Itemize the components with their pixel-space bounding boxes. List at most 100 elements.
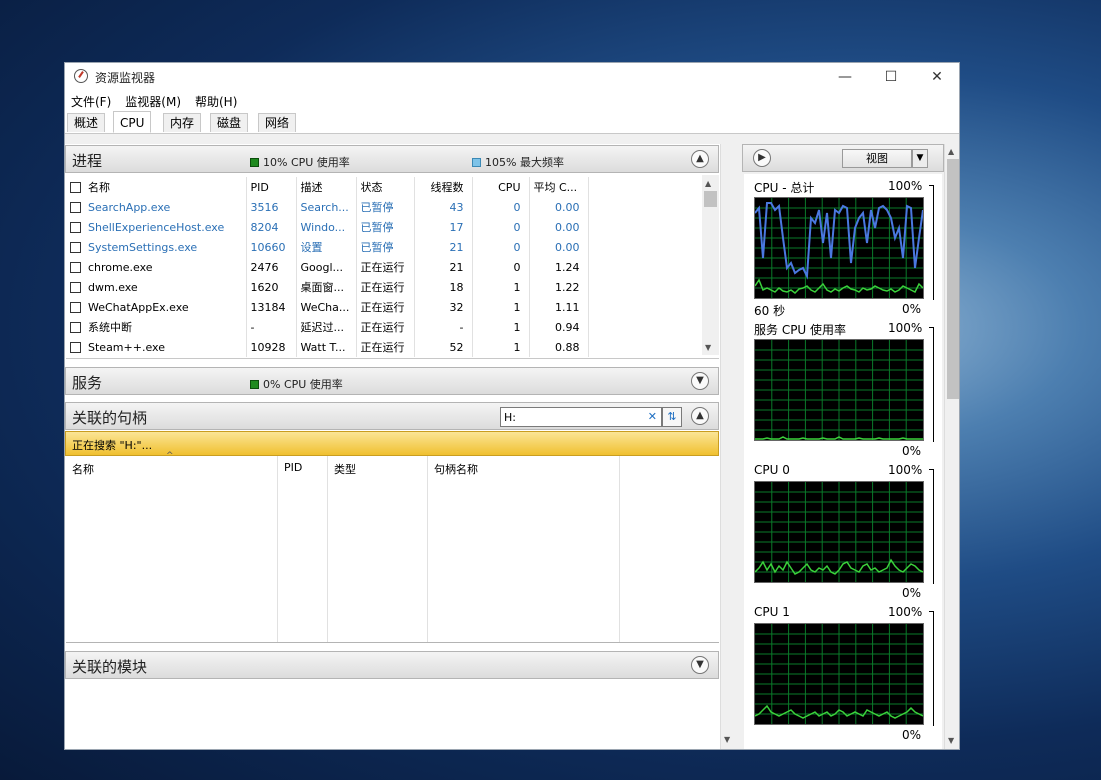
cell-name: Steam++.exe	[66, 337, 247, 357]
scroll-up-icon[interactable]: ▲	[948, 147, 954, 156]
clear-search-icon[interactable]: ✕	[648, 410, 657, 423]
col-handle-type-header[interactable]: 类型	[334, 461, 356, 477]
graph-scale-bracket	[929, 469, 934, 584]
row-checkbox[interactable]	[70, 221, 81, 233]
tab-memory[interactable]: 内存	[163, 113, 202, 132]
cell-status: 正在运行	[356, 297, 415, 317]
graph-panel-scrollbar[interactable]: ▲ ▼	[944, 144, 959, 749]
col-threads-header[interactable]: 线程数	[414, 177, 473, 197]
processes-freq-text: 105% 最大频率	[485, 156, 564, 169]
row-checkbox[interactable]	[70, 201, 81, 213]
tab-cpu[interactable]: CPU	[113, 111, 152, 133]
scroll-thumb[interactable]	[704, 191, 717, 207]
minimize-button[interactable]: —	[822, 63, 868, 91]
table-row[interactable]: WeChatAppEx.exe 13184 WeCha... 正在运行 32 1…	[66, 297, 589, 317]
select-all-checkbox[interactable]	[70, 182, 81, 193]
cpu1-title: CPU 1	[754, 605, 790, 619]
cell-avg: 1.22	[529, 277, 589, 297]
col-handle-path-header[interactable]: 句柄名称	[434, 461, 478, 477]
processes-scrollbar[interactable]: ▲ ▼	[702, 175, 719, 355]
col-handle-name-header[interactable]: 名称	[72, 461, 94, 477]
scroll-down-icon[interactable]: ▼	[724, 735, 730, 744]
row-checkbox[interactable]	[70, 261, 81, 273]
cell-cpu: 0	[472, 237, 530, 257]
tab-network[interactable]: 网络	[258, 113, 297, 132]
resource-monitor-window: 资源监视器 — ☐ ✕ 文件(F) 监视器(M) 帮助(H) 概述 CPU 内存…	[64, 62, 960, 750]
cell-pid: -	[246, 317, 297, 337]
processes-header[interactable]: 进程 10% CPU 使用率 105% 最大频率 ▲	[65, 145, 719, 173]
menu-file[interactable]: 文件(F)	[71, 93, 111, 110]
row-checkbox[interactable]	[70, 301, 81, 313]
view-dropdown-icon[interactable]: ▼	[912, 149, 928, 168]
row-checkbox[interactable]	[70, 241, 81, 253]
graph-scale-bracket	[929, 185, 934, 300]
processes-collapse-button[interactable]: ▲	[691, 150, 709, 168]
service-cpu-graph-svg	[755, 340, 923, 440]
row-checkbox[interactable]	[70, 341, 81, 353]
view-button[interactable]: 视图	[842, 149, 912, 168]
service-cpu-graph	[754, 339, 924, 441]
cell-desc: 延迟过...	[296, 317, 357, 337]
cpu-total-max: 100%	[888, 179, 923, 193]
title-bar: 资源监视器 — ☐ ✕	[65, 63, 959, 91]
processes-header-row: 名称 PID 描述 状态 线程数 CPU 平均 C...	[66, 177, 589, 197]
col-name-header[interactable]: 名称	[66, 177, 247, 197]
services-expand-button[interactable]: ▼	[691, 372, 709, 390]
col-handle-pid-header[interactable]: PID	[284, 461, 302, 474]
cell-cpu: 1	[472, 277, 530, 297]
handles-table: ^ 名称 PID 类型 句柄名称	[66, 451, 719, 643]
refresh-search-icon[interactable]: ⇅	[662, 407, 682, 427]
scroll-down-icon[interactable]: ▼	[705, 343, 711, 352]
table-row[interactable]: SearchApp.exe 3516 Search... 已暂停 43 0 0.…	[66, 197, 589, 217]
cell-pid: 3516	[246, 197, 297, 217]
scroll-down-icon[interactable]: ▼	[948, 736, 954, 745]
services-header[interactable]: 服务 0% CPU 使用率 ▼	[65, 367, 719, 395]
cpu-total-graph	[754, 197, 924, 299]
menu-help[interactable]: 帮助(H)	[195, 93, 237, 110]
row-checkbox[interactable]	[70, 322, 81, 333]
cpu-total-min: 0%	[902, 302, 922, 316]
modules-expand-button[interactable]: ▼	[691, 656, 709, 674]
cell-name: chrome.exe	[66, 257, 247, 277]
scroll-thumb[interactable]	[947, 159, 959, 399]
graph-scale-bracket	[929, 327, 934, 442]
cpu-total-graph-svg	[755, 198, 923, 298]
cpu0-title: CPU 0	[754, 463, 790, 477]
handles-collapse-button[interactable]: ▲	[691, 407, 709, 425]
handles-search-input[interactable]: H: ✕	[500, 407, 662, 427]
cell-pid: 2476	[246, 257, 297, 277]
modules-header[interactable]: 关联的模块 ▼	[65, 651, 719, 679]
processes-list: ^ 名称 PID 描述 状态 线程数 CPU 平均 C... SearchApp…	[66, 175, 719, 359]
tab-overview[interactable]: 概述	[67, 113, 106, 132]
col-avg-header[interactable]: 平均 C...	[529, 177, 589, 197]
table-row[interactable]: ShellExperienceHost.exe 8204 Windo... 已暂…	[66, 217, 589, 237]
menu-monitor[interactable]: 监视器(M)	[125, 93, 181, 110]
cell-name: dwm.exe	[66, 277, 247, 297]
table-row[interactable]: chrome.exe 2476 Googl... 正在运行 21 0 1.24	[66, 257, 589, 277]
cell-name: SystemSettings.exe	[66, 237, 247, 257]
handles-title: 关联的句柄	[72, 409, 148, 427]
tab-disk[interactable]: 磁盘	[210, 113, 249, 132]
cell-status: 已暂停	[356, 217, 415, 237]
close-button[interactable]: ✕	[914, 63, 959, 91]
table-row[interactable]: 系统中断 - 延迟过... 正在运行 - 1 0.94	[66, 317, 589, 337]
services-title: 服务	[72, 374, 103, 392]
col-pid-header[interactable]: PID	[246, 177, 297, 197]
scroll-up-icon[interactable]: ▲	[705, 179, 711, 188]
services-usage-text: 0% CPU 使用率	[263, 378, 343, 391]
main-scrollbar[interactable]: ▼	[720, 144, 737, 749]
cell-threads: 17	[414, 217, 473, 237]
cell-threads: 21	[414, 257, 473, 277]
row-checkbox[interactable]	[70, 281, 81, 293]
maximize-button[interactable]: ☐	[868, 63, 914, 91]
col-cpu-header[interactable]: CPU	[472, 177, 530, 197]
cpu-total-title: CPU - 总计	[754, 181, 815, 195]
col-status-header[interactable]: 状态	[356, 177, 415, 197]
table-row[interactable]: dwm.exe 1620 桌面窗... 正在运行 18 1 1.22	[66, 277, 589, 297]
table-row[interactable]: SystemSettings.exe 10660 设置 已暂停 21 0 0.0…	[66, 237, 589, 257]
cell-status: 正在运行	[356, 337, 415, 357]
cell-pid: 1620	[246, 277, 297, 297]
graph-panel-toggle-button[interactable]: ▶	[753, 149, 771, 167]
col-desc-header[interactable]: 描述	[296, 177, 357, 197]
table-row[interactable]: Steam++.exe 10928 Watt T... 正在运行 52 1 0.…	[66, 337, 589, 357]
